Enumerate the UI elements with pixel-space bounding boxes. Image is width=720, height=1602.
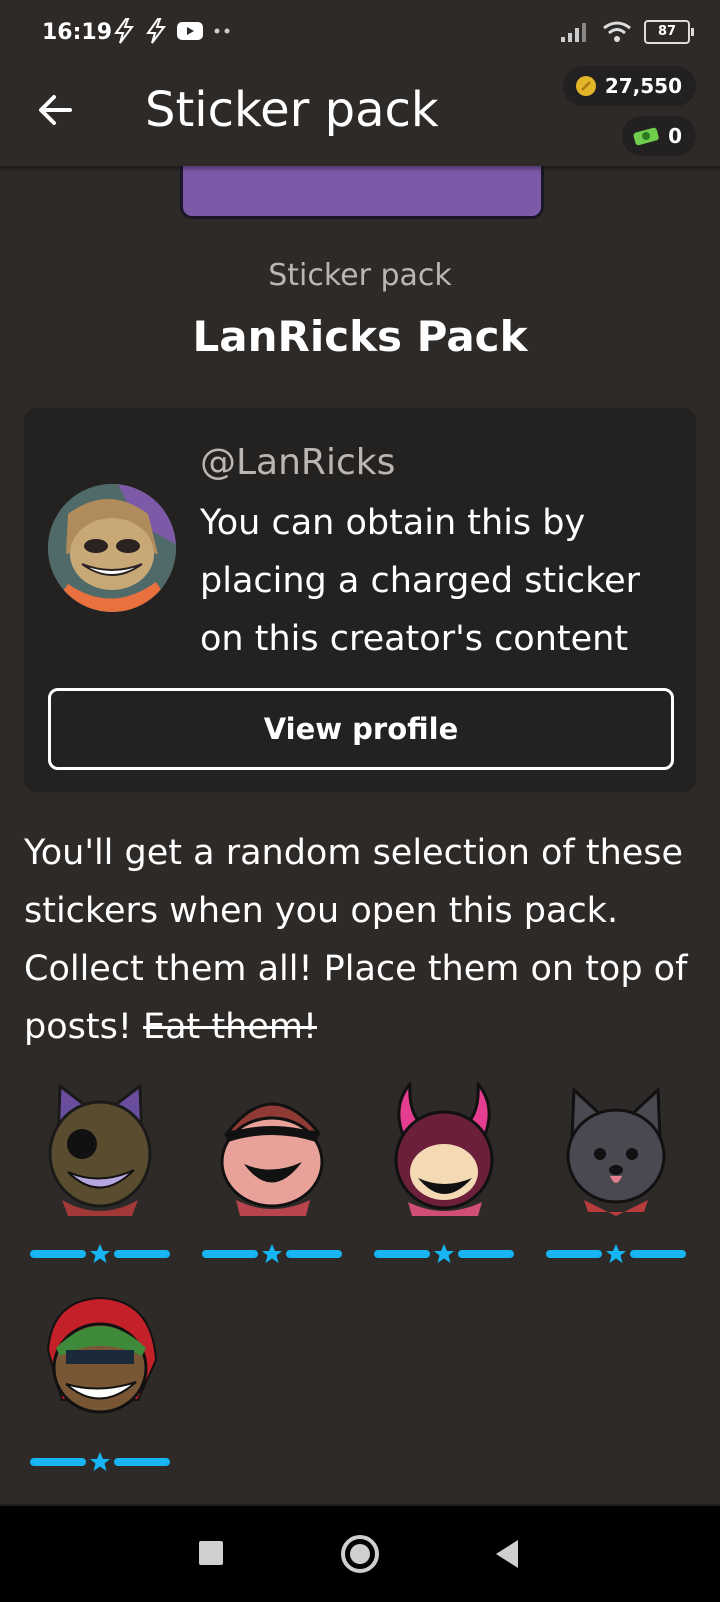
circle-icon [341,1535,379,1573]
notification-icons [112,18,232,44]
rarity-indicator [546,1244,686,1263]
sticker-item[interactable] [30,1290,170,1480]
sticker-image [220,1102,324,1216]
pack-subtitle: Sticker pack [268,258,452,293]
sticker-image [48,1083,152,1216]
youtube-icon [177,22,203,40]
battery-indicator: 87 [644,20,694,44]
status-bar: 16:19 87 [0,0,720,66]
cash-balance[interactable]: 0 [622,116,696,156]
system-navigation-bar [0,1504,720,1602]
view-profile-button[interactable]: View profile [48,688,674,770]
triangle-back-icon [496,1540,518,1568]
coins-balance[interactable]: 27,550 [562,66,696,106]
page-title: Sticker pack [145,82,439,138]
rarity-indicator [30,1244,170,1263]
creator-card: @LanRicks You can obtain this by placing… [24,408,696,792]
sticker-item[interactable] [374,1082,514,1272]
money-icon [633,127,659,146]
lightning-icon [146,18,166,44]
recent-apps-button[interactable] [196,1532,226,1580]
cash-amount: 0 [668,124,682,148]
home-button[interactable] [338,1532,382,1580]
coins-amount: 27,550 [604,74,682,98]
status-time: 16:19 [42,20,113,45]
pack-info-text: You'll get a random selection of these s… [24,824,704,1056]
sticker-image [566,1086,666,1216]
coin-icon [575,76,596,96]
pack-info-main: You'll get a random selection of these s… [24,833,688,1047]
back-nav-button[interactable] [492,1532,522,1580]
wifi-icon [603,21,631,42]
rarity-indicator [374,1244,514,1263]
sticker-item[interactable] [546,1082,686,1272]
app-bar: Sticker pack 27,550 0 [0,66,720,166]
creator-avatar-image [48,484,176,612]
sticker-item[interactable] [30,1082,170,1272]
sticker-image [394,1082,494,1216]
creator-description: You can obtain this by placing a charged… [200,503,641,659]
arrow-left-icon [39,95,72,125]
sticker-item[interactable] [202,1082,342,1272]
system-icons: 87 [560,20,694,44]
lightning-icon [114,18,134,44]
back-button[interactable] [34,88,78,132]
more-dots-icon [214,28,230,34]
square-icon [199,1541,223,1565]
sticker-image [46,1296,158,1414]
creator-handle[interactable]: @LanRicks [200,442,395,483]
pack-info-struck: Eat them! [143,1007,317,1047]
rarity-indicator [202,1244,342,1263]
signal-icon [561,23,586,42]
rarity-indicator [30,1452,170,1471]
avatar[interactable] [48,484,176,612]
pack-title: LanRicks Pack [192,312,528,361]
